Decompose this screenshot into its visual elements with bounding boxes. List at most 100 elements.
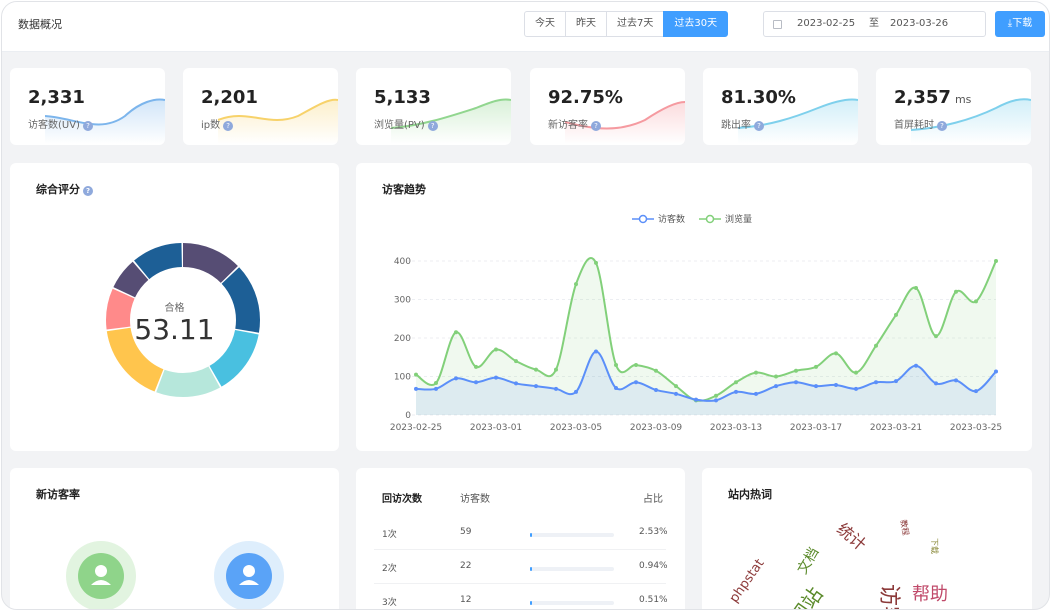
data-point[interactable] bbox=[894, 312, 898, 317]
data-point[interactable] bbox=[774, 374, 778, 379]
data-point[interactable] bbox=[734, 380, 738, 385]
user-icon bbox=[91, 565, 111, 585]
hotword[interactable]: 网站 bbox=[785, 583, 828, 610]
data-point[interactable] bbox=[534, 367, 538, 372]
data-point[interactable] bbox=[974, 299, 978, 304]
data-point[interactable] bbox=[814, 384, 818, 389]
data-point[interactable] bbox=[794, 380, 798, 385]
data-point[interactable] bbox=[654, 387, 658, 392]
score-level-label: 合格 bbox=[164, 303, 185, 314]
data-point[interactable] bbox=[614, 362, 618, 367]
data-point[interactable] bbox=[874, 343, 878, 348]
data-point[interactable] bbox=[874, 380, 878, 385]
data-point[interactable] bbox=[714, 398, 718, 403]
hotword[interactable]: 访客 bbox=[876, 584, 901, 610]
x-tick-label: 2023-03-13 bbox=[710, 423, 762, 433]
data-point[interactable] bbox=[854, 370, 858, 375]
revisit-count: 2次 bbox=[382, 564, 397, 574]
data-point[interactable] bbox=[854, 386, 858, 391]
data-point[interactable] bbox=[574, 389, 578, 394]
data-point[interactable] bbox=[654, 368, 658, 373]
stat-card: 92.75% 新访客率? bbox=[530, 68, 685, 145]
data-point[interactable] bbox=[414, 386, 418, 391]
range-today-button[interactable]: 今天 bbox=[524, 11, 566, 37]
data-point[interactable] bbox=[574, 282, 578, 287]
hotword[interactable]: 统计 bbox=[833, 519, 870, 554]
data-point[interactable] bbox=[514, 381, 518, 386]
data-point[interactable] bbox=[914, 285, 918, 290]
revisit-count-header: 回访次数 bbox=[382, 494, 422, 505]
data-point[interactable] bbox=[634, 362, 638, 367]
data-point[interactable] bbox=[794, 368, 798, 373]
data-point[interactable] bbox=[954, 378, 958, 383]
data-point[interactable] bbox=[614, 386, 618, 391]
download-button[interactable]: ⤓下载 bbox=[995, 11, 1045, 37]
data-point[interactable] bbox=[594, 349, 598, 354]
hotword[interactable]: 下载 bbox=[930, 538, 940, 554]
revisit-bar-fill bbox=[530, 533, 533, 537]
stat-value: 92.75% bbox=[548, 87, 623, 108]
data-point[interactable] bbox=[594, 260, 598, 265]
data-point[interactable] bbox=[714, 393, 718, 398]
data-point[interactable] bbox=[454, 330, 458, 335]
data-point[interactable] bbox=[834, 382, 838, 387]
row-divider bbox=[374, 583, 666, 584]
revisit-visitors: 22 bbox=[460, 561, 472, 571]
data-point[interactable] bbox=[494, 347, 498, 352]
hotword[interactable]: phpstat bbox=[727, 556, 768, 605]
range-30days-button[interactable]: 过去30天 bbox=[663, 11, 729, 37]
data-point[interactable] bbox=[514, 359, 518, 364]
revisit-card: 回访次数 访客数 占比 1次 59 2.53% 2次 22 0.94% 3次 12 0.51% bbox=[356, 468, 685, 609]
data-point[interactable] bbox=[434, 381, 438, 386]
data-point[interactable] bbox=[754, 370, 758, 375]
range-7days-button[interactable]: 过去7天 bbox=[606, 11, 665, 37]
data-point[interactable] bbox=[494, 375, 498, 380]
y-tick-label: 400 bbox=[394, 257, 411, 267]
data-point[interactable] bbox=[474, 364, 478, 369]
data-point[interactable] bbox=[834, 351, 838, 356]
end-date[interactable]: 2023-03-26 bbox=[890, 12, 948, 36]
start-date[interactable]: 2023-02-25 bbox=[797, 12, 855, 36]
data-point[interactable] bbox=[634, 380, 638, 385]
data-point[interactable] bbox=[734, 389, 738, 394]
hotwords-card: 站内热词 phpstat 文档 统计 帮助 访客 网站 教程 下载 bbox=[702, 468, 1032, 610]
data-point[interactable] bbox=[674, 391, 678, 396]
data-point[interactable] bbox=[934, 381, 938, 386]
hotword[interactable]: 文档 bbox=[795, 545, 823, 577]
row-divider bbox=[374, 549, 666, 550]
data-point[interactable] bbox=[954, 289, 958, 294]
data-point[interactable] bbox=[674, 384, 678, 389]
help-icon[interactable]: ? bbox=[223, 121, 234, 131]
data-point[interactable] bbox=[534, 384, 538, 389]
data-point[interactable] bbox=[934, 334, 938, 339]
range-yesterday-button[interactable]: 昨天 bbox=[565, 11, 607, 37]
hotword[interactable]: 教程 bbox=[899, 519, 912, 536]
stat-value: 2,201 bbox=[201, 87, 258, 108]
data-point[interactable] bbox=[814, 364, 818, 369]
data-point[interactable] bbox=[774, 384, 778, 389]
help-icon[interactable]: ? bbox=[427, 121, 438, 131]
help-icon[interactable]: ? bbox=[82, 121, 93, 131]
revisit-bar bbox=[530, 533, 614, 537]
data-point[interactable] bbox=[694, 397, 698, 402]
data-point[interactable] bbox=[994, 369, 998, 374]
data-point[interactable] bbox=[914, 363, 918, 368]
dashboard-frame: 数据概况 今天 昨天 过去7天 过去30天 2023-02-25 至 2023-… bbox=[1, 1, 1050, 610]
data-point[interactable] bbox=[554, 367, 558, 372]
data-point[interactable] bbox=[994, 259, 998, 263]
date-range-picker[interactable]: 2023-02-25 至 2023-03-26 bbox=[763, 11, 986, 37]
data-point[interactable] bbox=[474, 380, 478, 385]
help-icon[interactable]: ? bbox=[754, 121, 764, 131]
data-point[interactable] bbox=[754, 391, 758, 396]
data-point[interactable] bbox=[554, 386, 558, 391]
help-icon[interactable]: ? bbox=[591, 121, 601, 131]
hotword[interactable]: 帮助 bbox=[912, 584, 948, 605]
data-point[interactable] bbox=[454, 376, 458, 381]
user-icon bbox=[239, 565, 259, 585]
visitor-trend-chart: 0 100 200 300 400 2023-02-25 2023-03-01 2023-03… bbox=[390, 257, 1002, 433]
data-point[interactable] bbox=[434, 386, 438, 391]
help-icon[interactable]: ? bbox=[937, 121, 947, 131]
data-point[interactable] bbox=[414, 372, 418, 377]
data-point[interactable] bbox=[894, 379, 898, 384]
data-point[interactable] bbox=[974, 389, 978, 394]
